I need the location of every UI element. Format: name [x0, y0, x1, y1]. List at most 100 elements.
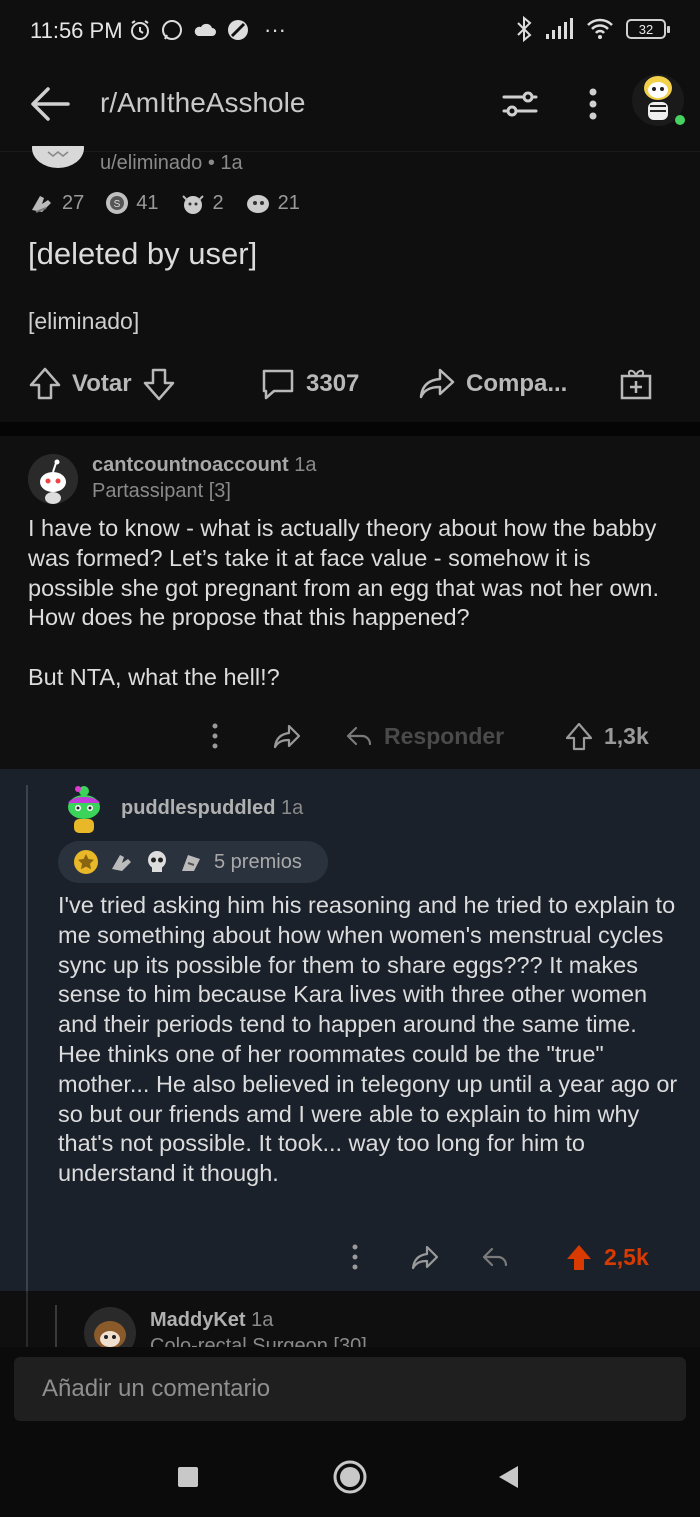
back-button[interactable] [28, 84, 72, 124]
highlighted-comment: puddlespuddled 1a 5 premios I've tried a… [0, 769, 700, 1291]
upvote-icon[interactable] [28, 366, 62, 402]
back-nav-button[interactable] [488, 1457, 528, 1497]
award-count: 21 [277, 191, 300, 214]
awards-label: 5 premios [214, 850, 302, 873]
comments-count: 3307 [306, 370, 360, 397]
reply-arrow-icon [346, 726, 372, 746]
comment-action-bar: 2,5k [340, 1239, 670, 1275]
whatsapp-icon [162, 20, 182, 40]
battery-icon: 32 [626, 19, 670, 39]
add-comment-input[interactable]: Añadir un comentario [14, 1357, 686, 1421]
status-time: 11:56 PM [30, 18, 123, 43]
status-notification-icons: ··· [128, 17, 286, 43]
comment-avatar[interactable] [62, 783, 106, 835]
comment-score: 1,3k [604, 722, 649, 749]
comment-username-line[interactable]: cantcountnoaccount 1a [92, 454, 316, 477]
alarm-icon [131, 20, 149, 40]
back-arrow-icon [31, 87, 70, 121]
comment-paragraph: I have to know - what is actually theory… [28, 515, 659, 631]
skull-icon [148, 851, 166, 872]
vote-label: Votar [72, 370, 132, 397]
cloud-icon [194, 23, 216, 36]
reply-button[interactable]: Responder [344, 718, 504, 754]
triangle-back-icon [499, 1466, 518, 1488]
comments-button[interactable]: 3307 [260, 366, 359, 402]
thread-line[interactable] [26, 785, 28, 1291]
post-title: [deleted by user] [28, 236, 258, 271]
gold-award-icon [74, 850, 98, 874]
user-flair: Colo-rectal Surgeon [30] [150, 1335, 367, 1347]
take-my-energy-icon [182, 855, 200, 871]
comment-age: 1a [251, 1309, 274, 1331]
comment-vote: 1,3k [564, 718, 649, 754]
give-award-button[interactable] [618, 366, 654, 402]
sliders-icon [502, 91, 538, 117]
comment-username[interactable]: MaddyKet [150, 1309, 246, 1331]
status-system-icons: 32 [516, 16, 670, 42]
vpn-icon [228, 20, 248, 40]
snoo-avatar-icon [28, 454, 78, 504]
svg-text:S: S [114, 199, 121, 210]
awards-pill[interactable]: 5 premios [58, 841, 328, 883]
recents-button[interactable] [168, 1457, 208, 1497]
comment-share-button[interactable] [272, 718, 302, 754]
comment-more-button[interactable] [200, 718, 230, 754]
upvote-filled-icon[interactable] [564, 1239, 594, 1275]
user-avatar[interactable] [628, 64, 688, 130]
share-arrow-icon [273, 724, 301, 749]
subreddit-title[interactable]: r/AmItheAsshole [100, 87, 305, 119]
comment-avatar[interactable] [28, 454, 78, 504]
comment-username[interactable]: puddlespuddled [121, 797, 275, 819]
share-arrow-icon [411, 1245, 439, 1270]
post-author-avatar [30, 146, 86, 170]
post-action-bar: Votar 3307 Compa... [28, 366, 678, 410]
snoo-avatar-icon [32, 146, 84, 168]
sort-filter-button[interactable] [500, 84, 540, 124]
reply-label: Responder [384, 722, 505, 749]
share-button[interactable]: Compa... [418, 366, 567, 402]
downvote-icon[interactable] [142, 366, 176, 402]
snoo-avatar-icon [632, 74, 685, 126]
reply-arrow-icon [482, 1247, 508, 1267]
gift-icon [620, 369, 652, 400]
clapping-hands-icon [32, 196, 51, 213]
comment-score: 2,5k [604, 1243, 649, 1270]
comment-action-bar: Responder 1,3k [200, 718, 670, 754]
share-arrow-icon [419, 368, 455, 399]
comment-username-line[interactable]: puddlespuddled 1a [121, 797, 303, 820]
user-flair: Partassipant [3] [92, 480, 231, 502]
comment: MaddyKet 1a Colo-rectal Surgeon [30] [0, 1291, 700, 1347]
comment-more-button[interactable] [340, 1239, 370, 1275]
comment-username-line[interactable]: MaddyKet 1a [150, 1309, 273, 1332]
clapping-hands-icon [112, 855, 131, 871]
comment-avatar[interactable] [84, 1307, 136, 1347]
comment-username[interactable]: cantcountnoaccount [92, 454, 289, 476]
vertical-dots-icon [212, 723, 218, 749]
home-button[interactable] [330, 1457, 370, 1497]
signal-icon [546, 18, 573, 39]
silver-award-icon: S [106, 192, 129, 214]
helpful-award-icon [246, 195, 269, 213]
comment-share-button[interactable] [410, 1239, 440, 1275]
share-label: Compa... [466, 370, 568, 397]
reply-button[interactable] [480, 1239, 510, 1275]
snoo-avatar-icon [84, 1307, 136, 1347]
comment-age: 1a [281, 797, 304, 819]
comment-compose-bar: Añadir un comentario [0, 1347, 700, 1437]
thread-line[interactable] [55, 1305, 57, 1347]
award-helpful: 21 [244, 190, 300, 216]
wifi-icon [587, 18, 613, 39]
comment-age: 1a [294, 454, 317, 476]
vertical-dots-icon [589, 88, 597, 120]
thread-line[interactable] [26, 1291, 28, 1347]
vote-control: Votar [28, 366, 176, 402]
post-body: [eliminado] [28, 308, 140, 334]
bluetooth-icon [517, 16, 532, 42]
upvote-icon[interactable] [564, 718, 594, 754]
award-count: 41 [136, 191, 159, 214]
more-options-button[interactable] [578, 84, 608, 124]
post-author-line[interactable]: u/eliminado • 1a [100, 152, 243, 175]
system-nav-bar [0, 1437, 700, 1517]
award-silver: S 41 [104, 190, 159, 216]
post-awards[interactable]: 27 S 41 2 21 [28, 190, 314, 216]
